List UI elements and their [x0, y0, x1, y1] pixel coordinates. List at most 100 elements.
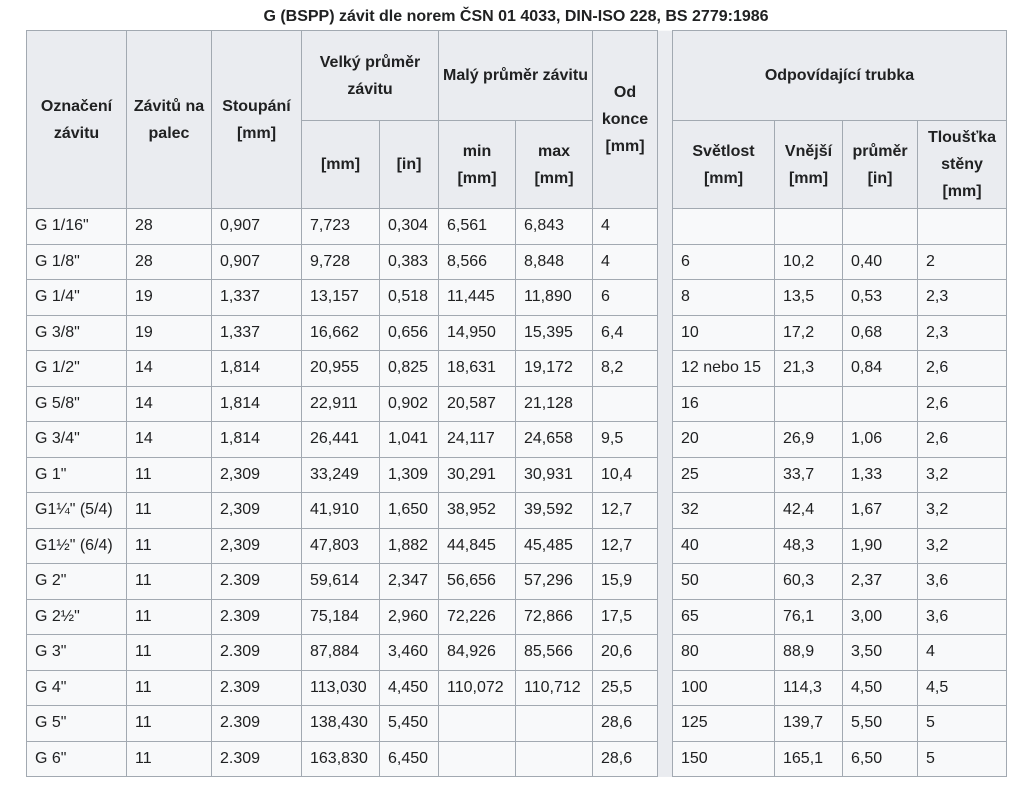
cell-pipe-outer — [774, 385, 843, 422]
cell-tpi: 14 — [126, 421, 212, 458]
cell-from-end: 6 — [592, 279, 658, 316]
cell-pitch: 2.309 — [211, 634, 302, 671]
cell-pipe-diameter: 6,50 — [842, 740, 918, 777]
cell-pipe-outer: 21,3 — [774, 350, 843, 387]
cell-pipe-outer: 88,9 — [774, 634, 843, 671]
header-major-in: [in] — [379, 120, 439, 209]
header-pipe: Odpovídající trubka — [672, 30, 1007, 121]
cell-pipe-outer: 60,3 — [774, 563, 843, 600]
cell-tpi: 14 — [126, 385, 212, 422]
table-row: G 1/4" 19 1,337 13,157 0,518 11,445 11,890 6 8 13… — [26, 279, 1007, 316]
cell-pipe-bore: 150 — [672, 740, 775, 777]
cell-designation: G1½" (6/4) — [26, 527, 127, 564]
table-row: G 3" 11 2.309 87,884 3,460 84,926 85,566 20,6 80… — [26, 634, 1007, 671]
table-row: G 1/8" 28 0,907 9,728 0,383 8,566 8,848 4 6 10,2 0… — [26, 243, 1007, 280]
cell-designation: G 3" — [26, 634, 127, 671]
cell-pipe-outer: 139,7 — [774, 705, 843, 742]
cell-minor-max: 85,566 — [515, 634, 593, 671]
cell-tpi: 11 — [126, 669, 212, 706]
cell-major-mm: 41,910 — [301, 492, 380, 529]
header-pipe-bore: Světlost [mm] — [672, 120, 775, 209]
cell-pipe-bore: 25 — [672, 456, 775, 493]
gap-cell — [657, 705, 673, 741]
cell-pipe-wall: 3,6 — [917, 563, 1007, 600]
cell-minor-max: 11,890 — [515, 279, 593, 316]
cell-from-end: 17,5 — [592, 598, 658, 635]
cell-pipe-diameter: 3,00 — [842, 598, 918, 635]
cell-pipe-outer: 76,1 — [774, 598, 843, 635]
gap-cell — [657, 563, 673, 599]
cell-tpi: 28 — [126, 208, 212, 245]
cell-pipe-wall: 3,2 — [917, 492, 1007, 529]
cell-pipe-outer: 17,2 — [774, 314, 843, 351]
cell-major-mm: 113,030 — [301, 669, 380, 706]
gap-cell — [657, 421, 673, 457]
cell-pipe-diameter: 1,67 — [842, 492, 918, 529]
cell-minor-min — [438, 740, 516, 777]
cell-from-end: 12,7 — [592, 527, 658, 564]
cell-tpi: 11 — [126, 598, 212, 635]
cell-major-mm: 47,803 — [301, 527, 380, 564]
cell-designation: G 2" — [26, 563, 127, 600]
cell-pipe-bore: 6 — [672, 243, 775, 280]
table-row: G 4" 11 2.309 113,030 4,450 110,072 110,712 25,… — [26, 669, 1007, 706]
table-row: G 1" 11 2,309 33,249 1,309 30,291 30,931 10,4 25… — [26, 456, 1007, 493]
gap-cell — [657, 528, 673, 564]
cell-pipe-bore: 8 — [672, 279, 775, 316]
cell-from-end: 20,6 — [592, 634, 658, 671]
cell-pipe-diameter: 1,33 — [842, 456, 918, 493]
cell-pitch: 2,309 — [211, 456, 302, 493]
cell-minor-min: 72,226 — [438, 598, 516, 635]
header-major-mm: [mm] — [301, 120, 380, 209]
cell-pipe-bore — [672, 208, 775, 245]
table-body: G 1/16" 28 0,907 7,723 0,304 6,561 6,843 4 G 1/8… — [26, 208, 1007, 777]
cell-pipe-wall: 3,2 — [917, 527, 1007, 564]
cell-pipe-wall: 2 — [917, 243, 1007, 280]
cell-tpi: 11 — [126, 740, 212, 777]
cell-pitch: 2.309 — [211, 563, 302, 600]
cell-designation: G 6" — [26, 740, 127, 777]
cell-major-in: 0,383 — [379, 243, 439, 280]
cell-minor-max — [515, 705, 593, 742]
cell-pipe-outer: 10,2 — [774, 243, 843, 280]
cell-pipe-diameter: 1,90 — [842, 527, 918, 564]
cell-pitch: 2.309 — [211, 740, 302, 777]
gap-cell — [657, 350, 673, 386]
gap-cell — [657, 599, 673, 635]
cell-pipe-bore: 12 nebo 15 — [672, 350, 775, 387]
cell-pipe-bore: 100 — [672, 669, 775, 706]
cell-tpi: 11 — [126, 634, 212, 671]
cell-major-in: 0,304 — [379, 208, 439, 245]
cell-minor-max: 57,296 — [515, 563, 593, 600]
table-row: G 6" 11 2.309 163,830 6,450 28,6 150 165,1 6,50 5 — [26, 740, 1007, 777]
cell-pipe-bore: 20 — [672, 421, 775, 458]
cell-from-end: 15,9 — [592, 563, 658, 600]
cell-major-in: 3,460 — [379, 634, 439, 671]
cell-major-in: 2,347 — [379, 563, 439, 600]
cell-minor-max: 8,848 — [515, 243, 593, 280]
cell-designation: G 2½" — [26, 598, 127, 635]
cell-from-end: 6,4 — [592, 314, 658, 351]
cell-major-in: 6,450 — [379, 740, 439, 777]
cell-pipe-diameter: 0,68 — [842, 314, 918, 351]
cell-minor-max: 6,843 — [515, 208, 593, 245]
cell-designation: G 5/8" — [26, 385, 127, 422]
cell-minor-min: 110,072 — [438, 669, 516, 706]
cell-major-mm: 26,441 — [301, 421, 380, 458]
cell-minor-max: 30,931 — [515, 456, 593, 493]
header-minor-diameter: Malý průměr závitu — [438, 30, 593, 121]
table-row: G1½" (6/4) 11 2,309 47,803 1,882 44,845 45,485… — [26, 527, 1007, 564]
table-row: G 5/8" 14 1,814 22,911 0,902 20,587 21,128 16 2,… — [26, 385, 1007, 422]
gap-cell — [657, 634, 673, 670]
cell-designation: G1¼" (5/4) — [26, 492, 127, 529]
cell-pipe-bore: 125 — [672, 705, 775, 742]
thread-table: Označení závitu Závitů na palec Stoupání… — [26, 30, 1007, 777]
header-from-end: Od konce [mm] — [592, 30, 658, 209]
cell-pipe-outer: 33,7 — [774, 456, 843, 493]
cell-from-end: 12,7 — [592, 492, 658, 529]
cell-from-end: 8,2 — [592, 350, 658, 387]
cell-pitch: 2.309 — [211, 669, 302, 706]
gap-cell — [657, 741, 673, 777]
cell-pitch: 2.309 — [211, 598, 302, 635]
cell-pitch: 2,309 — [211, 492, 302, 529]
